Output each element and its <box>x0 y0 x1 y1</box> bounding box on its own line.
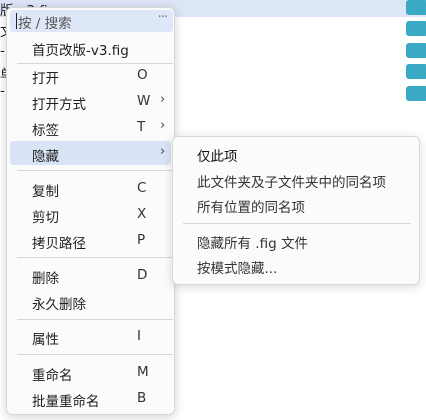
menu-item-label: 隐藏 <box>32 149 59 165</box>
menu-item-label: 属性 <box>32 332 59 348</box>
submenu-item-hide-by-pattern[interactable]: 按模式隐藏... <box>197 257 277 277</box>
menu-filename-label: 首页改版-v3.fig <box>32 43 129 59</box>
menu-item-delete[interactable]: 删除 D <box>10 263 171 287</box>
shortcut-key: P <box>137 232 146 248</box>
menu-search-input[interactable]: 按 / 搜索 ··· <box>10 10 173 32</box>
menu-item-label: 打开 <box>32 71 59 87</box>
menu-item-tags[interactable]: 标签 T › <box>10 115 171 139</box>
tag-badge <box>406 64 426 79</box>
chevron-right-icon: › <box>160 144 166 159</box>
shortcut-key: B <box>137 390 147 406</box>
submenu-item-same-name-everywhere[interactable]: 所有位置的同名项 <box>197 196 305 216</box>
menu-item-label: 剪切 <box>32 210 59 226</box>
menu-item-open[interactable]: 打开 O <box>10 63 171 87</box>
shortcut-key: I <box>137 328 141 344</box>
shortcut-key: M <box>137 364 149 380</box>
chevron-right-icon: › <box>160 92 166 107</box>
menu-item-open-with[interactable]: 打开方式 W › <box>10 89 171 113</box>
tag-badge <box>406 0 426 15</box>
menu-item-copy-path[interactable]: 拷贝路径 P <box>10 228 171 252</box>
shortcut-key: D <box>137 267 148 283</box>
submenu-item-hide-all-fig[interactable]: 隐藏所有 .fig 文件 <box>197 232 308 252</box>
menu-item-rename[interactable]: 重命名 M <box>10 360 171 384</box>
menu-item-label: 复制 <box>32 184 59 200</box>
search-placeholder: 按 / 搜索 <box>18 16 72 32</box>
menu-item-label: 重命名 <box>32 368 73 384</box>
tag-badge <box>406 86 426 101</box>
more-options-icon[interactable]: ··· <box>158 10 168 25</box>
menu-item-label: 批量重命名 <box>32 394 100 410</box>
shortcut-key: O <box>137 67 148 83</box>
menu-filename: 首页改版-v3.fig <box>10 35 171 59</box>
menu-separator <box>17 354 173 355</box>
menu-separator <box>17 319 173 320</box>
menu-item-copy[interactable]: 复制 C <box>10 176 171 200</box>
menu-item-hide[interactable]: 隐藏 › <box>10 141 171 165</box>
shortcut-key: X <box>137 206 147 222</box>
menu-separator <box>17 170 173 171</box>
menu-separator <box>17 257 173 258</box>
menu-item-cut[interactable]: 剪切 X <box>10 202 171 226</box>
menu-item-label: 打开方式 <box>32 97 86 113</box>
menu-item-batch-rename[interactable]: 批量重命名 B <box>10 386 171 410</box>
tag-badge <box>406 43 426 58</box>
bg-file-name: - <box>0 43 5 59</box>
bg-file-name: - <box>0 83 5 99</box>
shortcut-key: T <box>137 119 146 135</box>
submenu-item-this-only[interactable]: 仅此项 <box>197 145 238 165</box>
menu-item-label: 永久删除 <box>32 297 86 313</box>
shortcut-key: W <box>137 93 151 109</box>
menu-item-label: 标签 <box>32 123 59 139</box>
text-caret <box>16 13 17 29</box>
menu-item-label: 删除 <box>32 271 59 287</box>
submenu-item-same-name-in-folder[interactable]: 此文件夹及子文件夹中的同名项 <box>197 171 386 191</box>
shortcut-key: C <box>137 180 147 196</box>
menu-item-label: 拷贝路径 <box>32 236 86 252</box>
menu-item-delete-permanently[interactable]: 永久删除 <box>10 289 171 313</box>
chevron-right-icon: › <box>160 118 166 133</box>
submenu-separator <box>183 223 411 224</box>
context-menu: 按 / 搜索 ··· 首页改版-v3.fig 打开 O 打开方式 W › 标签 … <box>6 7 175 415</box>
menu-item-properties[interactable]: 属性 I <box>10 324 171 348</box>
tag-badge <box>406 21 426 36</box>
hide-submenu: 仅此项 此文件夹及子文件夹中的同名项 所有位置的同名项 隐藏所有 .fig 文件… <box>172 136 420 285</box>
